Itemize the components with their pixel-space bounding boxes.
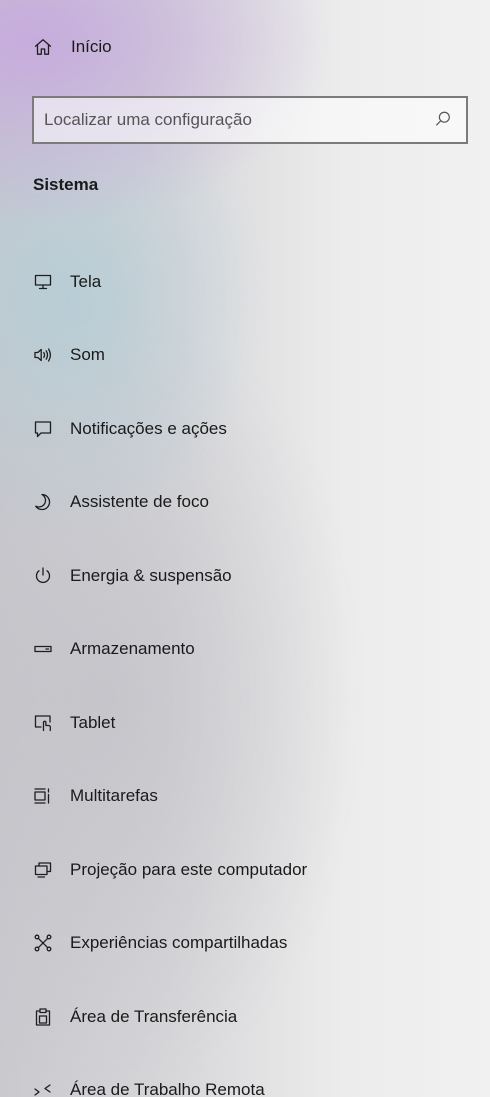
nav-item-tela[interactable]: Tela	[0, 245, 490, 319]
monitor-icon	[33, 272, 53, 292]
search-input[interactable]	[34, 98, 434, 142]
nav-item-label: Notificações e ações	[70, 418, 227, 438]
nav-item-label: Som	[70, 345, 105, 365]
nav-item-label: Multitarefas	[70, 786, 158, 806]
speaker-icon	[33, 345, 53, 365]
nav-item-label: Área de Transferência	[70, 1006, 238, 1026]
settings-nav-pane: Início Sistema Tela Som Notificações e a…	[0, 0, 490, 1097]
clipboard-icon	[33, 1007, 53, 1027]
nav-item-som[interactable]: Som	[0, 319, 490, 393]
nav-item-label: Tablet	[70, 712, 116, 732]
moon-icon	[33, 492, 53, 512]
home-icon	[33, 37, 53, 57]
nav-item-experiencias[interactable]: Experiências compartilhadas	[0, 907, 490, 981]
nav-item-projecao[interactable]: Projeção para este computador	[0, 833, 490, 907]
notification-icon	[33, 419, 53, 439]
home-label: Início	[71, 37, 112, 56]
storage-drive-icon	[33, 639, 53, 659]
nav-item-energia[interactable]: Energia & suspensão	[0, 539, 490, 613]
system-nav-list: Tela Som Notificações e ações Assistente…	[0, 245, 490, 1097]
nav-item-area-de-trabalho-remota[interactable]: Área de Trabalho Remota	[0, 1054, 490, 1097]
power-icon	[33, 566, 53, 586]
remote-desktop-icon	[33, 1080, 53, 1097]
home-link[interactable]: Início	[33, 29, 112, 65]
nav-item-area-de-transferencia[interactable]: Área de Transferência	[0, 980, 490, 1054]
nav-item-label: Projeção para este computador	[70, 859, 308, 879]
nav-item-notificacoes[interactable]: Notificações e ações	[0, 392, 490, 466]
nav-item-label: Assistente de foco	[70, 492, 209, 512]
nav-item-label: Tela	[70, 271, 102, 291]
nav-item-assistente-de-foco[interactable]: Assistente de foco	[0, 466, 490, 540]
nav-item-multitarefas[interactable]: Multitarefas	[0, 760, 490, 834]
tablet-touch-icon	[33, 713, 53, 733]
projection-icon	[33, 860, 53, 880]
section-title: Sistema	[33, 175, 99, 194]
search-icon[interactable]	[434, 110, 454, 130]
multitasking-icon	[33, 786, 53, 806]
nav-item-label: Energia & suspensão	[70, 565, 232, 585]
nav-item-tablet[interactable]: Tablet	[0, 686, 490, 760]
nav-item-label: Experiências compartilhadas	[70, 933, 288, 953]
shared-experiences-icon	[33, 933, 53, 953]
nav-item-label: Armazenamento	[70, 639, 195, 659]
nav-item-label: Área de Trabalho Remota	[70, 1080, 265, 1097]
nav-item-armazenamento[interactable]: Armazenamento	[0, 613, 490, 687]
search-box[interactable]	[32, 96, 468, 144]
